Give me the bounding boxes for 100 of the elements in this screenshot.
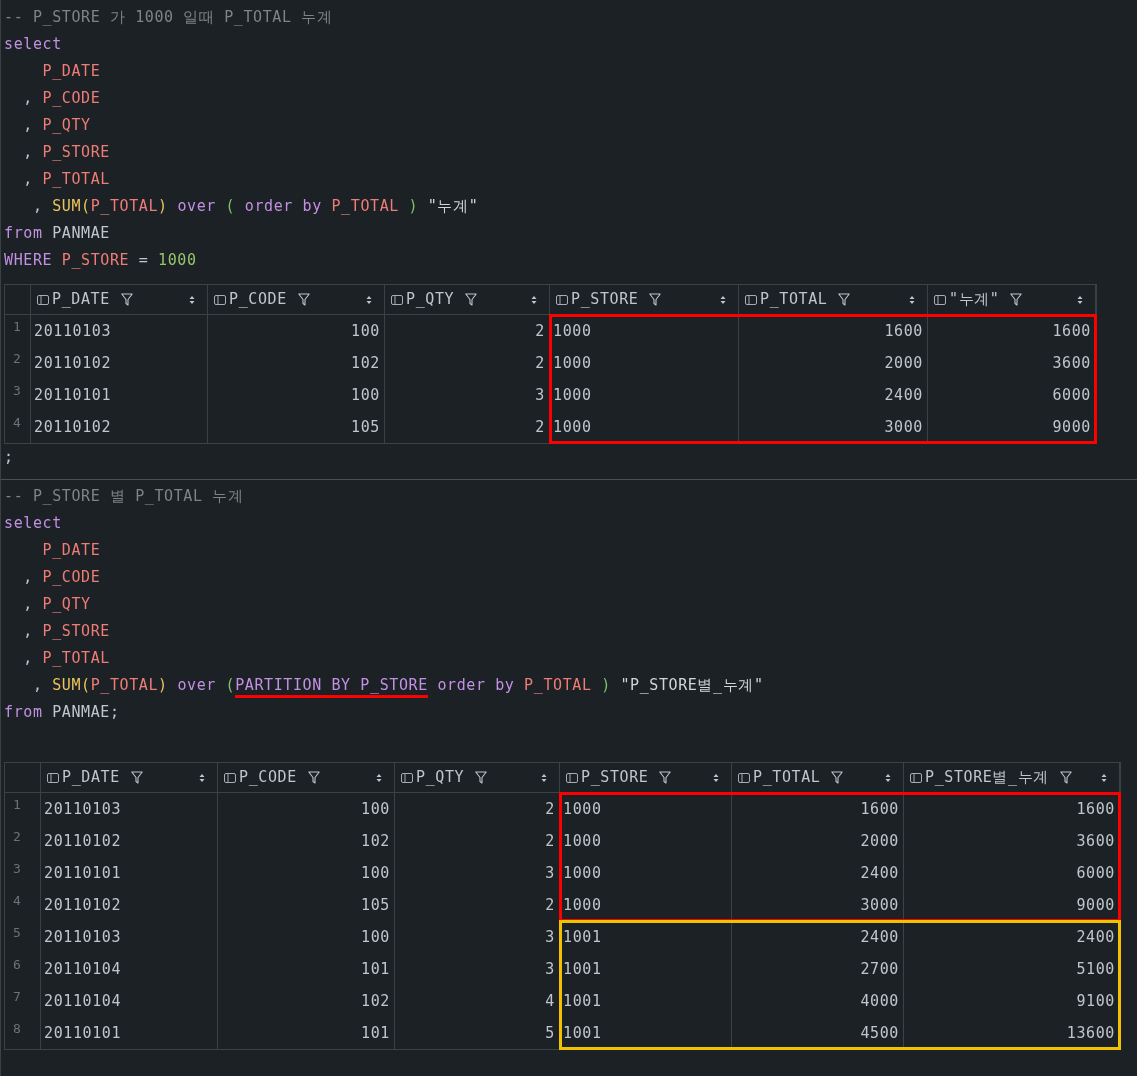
table-cell: 3600 [904, 825, 1120, 857]
table-cell: 100 [218, 857, 395, 889]
code-line: select [4, 34, 62, 55]
table-cell: 2400 [732, 857, 904, 889]
table-cell: 3 [395, 857, 560, 889]
row-number: 2 [5, 347, 31, 379]
table-cell: 20110104 [41, 985, 218, 1017]
table-cell: 3000 [739, 411, 928, 443]
table-cell: 1000 [560, 793, 732, 825]
code-line: -- P_STORE 별 P_TOTAL 누계 [4, 486, 244, 507]
column-header[interactable]: "누계" [928, 285, 1096, 314]
table-cell: 6000 [928, 379, 1096, 411]
table-cell: 105 [208, 411, 385, 443]
column-header[interactable]: P_DATE [31, 285, 208, 314]
column-header[interactable]: P_QTY [395, 763, 560, 792]
column-icon [391, 293, 403, 306]
table-cell: 20110103 [41, 793, 218, 825]
sort-icon[interactable] [189, 294, 195, 305]
table-cell: 6000 [904, 857, 1120, 889]
table-cell: 3 [385, 379, 550, 411]
column-icon [37, 293, 49, 306]
table-cell: 1600 [739, 315, 928, 347]
table-cell: 4 [395, 985, 560, 1017]
filter-icon[interactable] [130, 771, 143, 784]
column-header[interactable]: P_DATE [41, 763, 218, 792]
column-header[interactable]: P_TOTAL [732, 763, 904, 792]
filter-icon[interactable] [465, 293, 478, 306]
table-cell: 1000 [550, 347, 739, 379]
code-line: -- P_STORE 가 1000 일때 P_TOTAL 누계 [4, 7, 333, 28]
sort-icon[interactable] [720, 294, 726, 305]
column-icon [738, 771, 750, 784]
row-number: 3 [5, 857, 41, 889]
filter-icon[interactable] [831, 771, 844, 784]
filter-icon[interactable] [1010, 293, 1023, 306]
table-cell: 1000 [550, 315, 739, 347]
table-cell: 3600 [928, 347, 1096, 379]
sort-icon[interactable] [713, 772, 719, 783]
filter-icon[interactable] [475, 771, 488, 784]
code-line: , SUM(P_TOTAL) over (PARTITION BY P_STORE order by P_TOTAL ) "P_STORE별_누계" [4, 672, 764, 699]
filter-icon[interactable] [120, 293, 133, 306]
table-cell: 20110102 [41, 825, 218, 857]
filter-icon[interactable] [838, 293, 851, 306]
table-cell: 101 [218, 953, 395, 985]
column-header[interactable]: P_STORE [550, 285, 739, 314]
row-number: 2 [5, 825, 41, 857]
column-icon [566, 771, 578, 784]
column-header[interactable]: P_CODE [208, 285, 385, 314]
table-cell: 100 [218, 793, 395, 825]
code-line: from PANMAE; [4, 702, 120, 723]
sort-icon[interactable] [1101, 772, 1107, 783]
column-header[interactable]: P_QTY [385, 285, 550, 314]
filter-icon[interactable] [297, 293, 310, 306]
filter-icon[interactable] [659, 771, 672, 784]
sort-icon[interactable] [366, 294, 372, 305]
filter-icon[interactable] [649, 293, 662, 306]
code-line: P_DATE [41, 540, 101, 561]
table-cell: 102 [218, 825, 395, 857]
sort-icon[interactable] [541, 772, 547, 783]
column-icon [745, 293, 757, 306]
sort-icon[interactable] [909, 294, 915, 305]
table-cell: 20110104 [41, 953, 218, 985]
sort-icon[interactable] [199, 772, 205, 783]
column-icon [556, 293, 568, 306]
sort-icon[interactable] [885, 772, 891, 783]
column-header[interactable]: P_STORE별_누계 [904, 763, 1120, 792]
table-cell: 20110102 [31, 411, 208, 443]
table-cell: 1600 [928, 315, 1096, 347]
filter-icon[interactable] [307, 771, 320, 784]
sort-icon[interactable] [1077, 294, 1083, 305]
column-icon [47, 771, 59, 784]
table-cell: 1000 [560, 825, 732, 857]
code-line: select [4, 513, 62, 534]
table-cell: 2 [395, 825, 560, 857]
table-cell: 2 [395, 793, 560, 825]
code-line: , SUM(P_TOTAL) over ( order by P_TOTAL ) "누계" [31, 196, 479, 217]
column-header[interactable]: P_TOTAL [739, 285, 928, 314]
table-cell: 20110101 [31, 379, 208, 411]
table-cell: 1001 [560, 921, 732, 953]
table-cell: 2700 [732, 953, 904, 985]
code-line: WHERE P_STORE = 1000 [4, 250, 197, 271]
code-line: , P_TOTAL [22, 169, 110, 190]
code-line: P_DATE [41, 61, 101, 82]
table-cell: 2 [385, 411, 550, 443]
row-number: 4 [5, 889, 41, 921]
column-header[interactable]: P_STORE [560, 763, 732, 792]
table-cell: 4500 [732, 1017, 904, 1049]
column-header[interactable]: P_CODE [218, 763, 395, 792]
table-cell: 9100 [904, 985, 1120, 1017]
table-cell: 2 [385, 347, 550, 379]
column-icon [934, 293, 946, 306]
row-number: 7 [5, 985, 41, 1017]
filter-icon[interactable] [1059, 771, 1072, 784]
code-line: , P_CODE [22, 88, 101, 109]
code-line: , P_STORE [22, 621, 110, 642]
table-cell: 1001 [560, 1017, 732, 1049]
sort-icon[interactable] [376, 772, 382, 783]
row-number: 1 [5, 793, 41, 825]
sort-icon[interactable] [531, 294, 537, 305]
table-cell: 2400 [904, 921, 1120, 953]
table-cell: 4000 [732, 985, 904, 1017]
